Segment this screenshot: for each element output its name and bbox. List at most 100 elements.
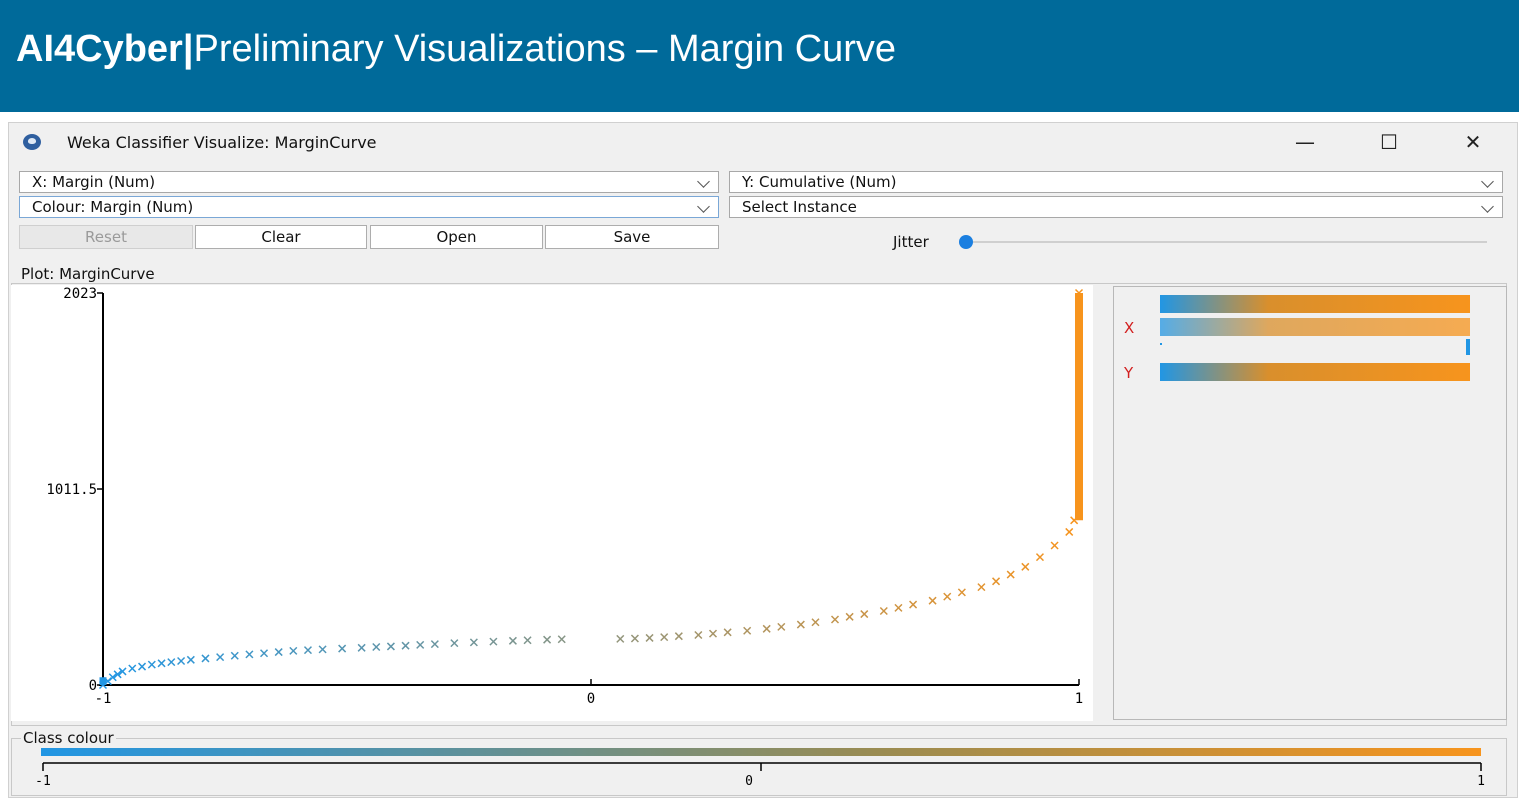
- data-point[interactable]: [401, 641, 410, 650]
- data-point[interactable]: [318, 645, 327, 654]
- clear-button[interactable]: Clear: [195, 225, 367, 249]
- data-point[interactable]: [357, 643, 366, 652]
- data-point[interactable]: [777, 622, 786, 631]
- attribute-panel: X Y: [1113, 286, 1507, 720]
- weka-icon: [23, 134, 41, 150]
- data-point[interactable]: [416, 640, 425, 649]
- data-point[interactable]: [660, 633, 669, 642]
- data-point[interactable]: [762, 624, 771, 633]
- data-point[interactable]: [928, 596, 937, 605]
- instance-select[interactable]: Select Instance: [729, 196, 1503, 218]
- data-point[interactable]: [450, 639, 459, 648]
- x-tick-label: -1: [95, 691, 112, 707]
- data-point[interactable]: [245, 650, 254, 659]
- x-axis-select[interactable]: X: Margin (Num): [19, 171, 719, 193]
- data-point[interactable]: [845, 612, 854, 621]
- attribute-bar[interactable]: [1160, 363, 1470, 381]
- save-button[interactable]: Save: [545, 225, 719, 249]
- y-axis-indicator: Y: [1124, 364, 1134, 382]
- data-point[interactable]: [260, 649, 269, 658]
- attribute-bar[interactable]: [1160, 318, 1470, 336]
- data-point[interactable]: [1006, 570, 1015, 579]
- window-title: Weka Classifier Visualize: MarginCurve: [67, 133, 377, 152]
- data-point[interactable]: [147, 660, 156, 669]
- reset-button[interactable]: Reset: [19, 225, 193, 249]
- colour-select[interactable]: Colour: Margin (Num): [19, 196, 719, 218]
- data-point[interactable]: [723, 628, 732, 637]
- data-point[interactable]: [469, 638, 478, 647]
- data-point[interactable]: [543, 635, 552, 644]
- data-point[interactable]: [674, 632, 683, 641]
- data-point[interactable]: [743, 626, 752, 635]
- instance-select-value: Select Instance: [742, 198, 857, 216]
- maximize-icon[interactable]: ☐: [1367, 127, 1411, 157]
- x-tick-label: 0: [587, 691, 595, 707]
- data-point[interactable]: [708, 629, 718, 638]
- data-point[interactable]: [372, 642, 381, 652]
- data-point[interactable]: [1065, 527, 1074, 536]
- data-point[interactable]: [645, 633, 654, 642]
- open-button[interactable]: Open: [370, 225, 543, 249]
- data-point[interactable]: [811, 618, 820, 627]
- close-icon[interactable]: ✕: [1451, 127, 1495, 157]
- data-point[interactable]: [1035, 553, 1044, 562]
- x-tick-label: 1: [1075, 691, 1083, 707]
- data-point[interactable]: [289, 646, 298, 655]
- data-point[interactable]: [694, 630, 703, 640]
- minimize-icon[interactable]: —: [1283, 127, 1327, 157]
- data-point[interactable]: [303, 646, 312, 655]
- jitter-slider-thumb[interactable]: [959, 235, 973, 249]
- attribute-bar-dot: [1160, 343, 1162, 345]
- class-colour-axis: -1 0 1: [35, 762, 1485, 789]
- data-point[interactable]: [943, 592, 952, 601]
- jitter-label: Jitter: [893, 233, 929, 251]
- class-colour-tick-label: -1: [35, 774, 51, 789]
- data-point[interactable]: [201, 654, 210, 663]
- data-point[interactable]: [630, 634, 639, 643]
- data-point[interactable]: [128, 664, 137, 673]
- data-point[interactable]: [894, 603, 903, 612]
- data-point[interactable]: [508, 636, 517, 645]
- plot-title: Plot: MarginCurve: [19, 265, 157, 283]
- class-colour-tick-label: 0: [745, 774, 753, 789]
- weka-window: Weka Classifier Visualize: MarginCurve —…: [8, 122, 1518, 798]
- data-point[interactable]: [430, 640, 439, 649]
- y-axis-select-value: Y: Cumulative (Num): [742, 173, 897, 191]
- data-point[interactable]: [860, 610, 869, 619]
- chevron-down-icon: [1481, 200, 1494, 213]
- plot-area[interactable]: -1 0 1 2023 1011.5 0: [11, 285, 1093, 721]
- attribute-bar[interactable]: [1160, 295, 1470, 313]
- chevron-down-icon: [1481, 175, 1494, 188]
- data-point[interactable]: [557, 635, 566, 644]
- data-point[interactable]: [216, 653, 225, 662]
- chevron-down-icon: [697, 175, 710, 188]
- data-point[interactable]: [386, 642, 395, 651]
- data-point[interactable]: [992, 577, 1001, 586]
- jitter-slider[interactable]: [969, 241, 1487, 243]
- margin-curve-chart: -1 0 120231011.50: [46, 286, 1083, 707]
- chevron-down-icon: [697, 200, 710, 213]
- data-point[interactable]: [186, 655, 195, 664]
- data-point[interactable]: [157, 659, 166, 668]
- data-point[interactable]: [977, 583, 986, 592]
- data-point[interactable]: [230, 651, 239, 660]
- data-point[interactable]: [879, 606, 888, 616]
- data-point[interactable]: [489, 637, 498, 646]
- y-axis-select[interactable]: Y: Cumulative (Num): [729, 171, 1503, 193]
- data-point[interactable]: [167, 658, 176, 667]
- data-point[interactable]: [177, 656, 186, 666]
- slide-title: AI4Cyber|Preliminary Visualizations – Ma…: [16, 28, 896, 71]
- data-point[interactable]: [830, 615, 840, 624]
- data-point[interactable]: [138, 662, 147, 671]
- data-point[interactable]: [523, 636, 532, 645]
- data-point[interactable]: [274, 648, 283, 657]
- data-point[interactable]: [1050, 541, 1059, 550]
- data-point[interactable]: [957, 588, 966, 597]
- data-point[interactable]: [796, 620, 805, 629]
- colour-select-value: Colour: Margin (Num): [32, 198, 194, 216]
- data-point[interactable]: [909, 600, 918, 609]
- attribute-bar-marker: [1466, 339, 1470, 355]
- data-point[interactable]: [338, 644, 347, 653]
- data-point[interactable]: [1021, 562, 1030, 571]
- data-point[interactable]: [616, 634, 625, 643]
